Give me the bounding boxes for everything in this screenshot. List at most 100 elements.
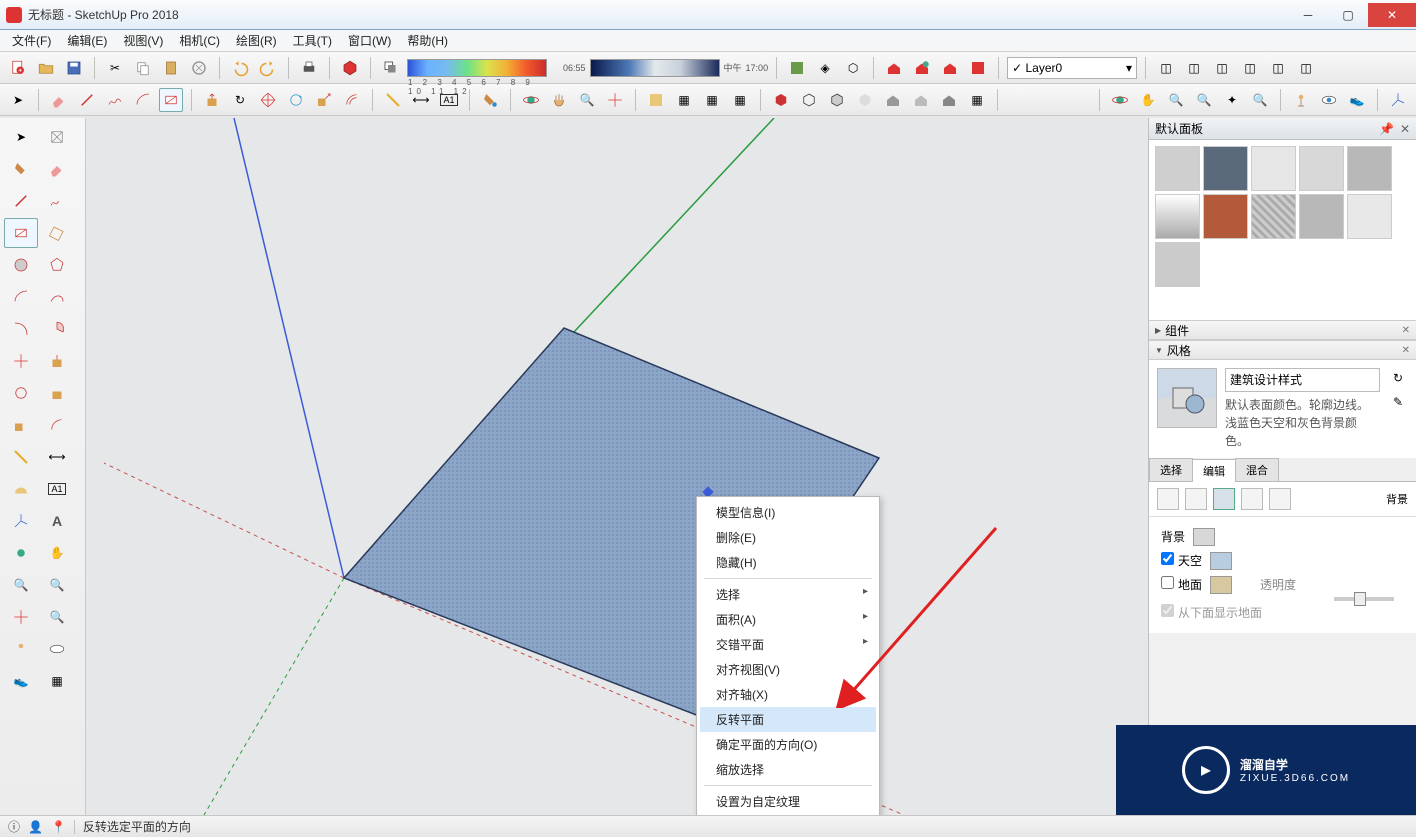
- ctx-align-view[interactable]: 对齐视图(V): [700, 657, 876, 682]
- menu-help[interactable]: 帮助(H): [399, 30, 456, 51]
- warehouse2-icon[interactable]: [910, 56, 934, 80]
- ctx-delete[interactable]: 删除(E): [700, 525, 876, 550]
- menu-edit[interactable]: 编辑(E): [59, 30, 115, 51]
- lt-line-icon[interactable]: [4, 186, 38, 216]
- lt-3dtext-icon[interactable]: A: [40, 506, 74, 536]
- lt-tape-icon[interactable]: [4, 442, 38, 472]
- ctx-orient-faces[interactable]: 确定平面的方向(O): [700, 732, 876, 757]
- status-geo-icon[interactable]: 📍: [51, 820, 66, 834]
- geo2-icon[interactable]: ◈: [813, 56, 837, 80]
- menu-view[interactable]: 视图(V): [115, 30, 171, 51]
- walk-icon[interactable]: 👟: [1345, 88, 1369, 112]
- lt-prev-icon[interactable]: 🔍: [40, 602, 74, 632]
- material-swatch[interactable]: [1347, 146, 1392, 191]
- ctx-area[interactable]: 面积(A): [700, 607, 876, 632]
- style4-icon[interactable]: [853, 88, 877, 112]
- minimize-button[interactable]: ─: [1288, 3, 1328, 27]
- scale-icon[interactable]: [312, 88, 336, 112]
- cut-icon[interactable]: ✂: [103, 56, 127, 80]
- paste-icon[interactable]: [159, 56, 183, 80]
- lt-eraser-icon[interactable]: [40, 154, 74, 184]
- close-panel-icon[interactable]: ✕: [1400, 122, 1410, 136]
- components-section[interactable]: 组件✕: [1149, 320, 1416, 340]
- line-icon[interactable]: [75, 88, 99, 112]
- section3-icon[interactable]: ▦: [700, 88, 724, 112]
- material-swatch[interactable]: [1299, 146, 1344, 191]
- style2-icon[interactable]: [797, 88, 821, 112]
- zoom-icon[interactable]: 🔍: [575, 88, 599, 112]
- lt-arc2-icon[interactable]: [40, 282, 74, 312]
- pushpull-icon[interactable]: [200, 88, 224, 112]
- lt-polygon-icon[interactable]: [40, 250, 74, 280]
- cam-prev-icon[interactable]: 🔍: [1248, 88, 1272, 112]
- material-swatch[interactable]: [1251, 194, 1296, 239]
- offset-icon[interactable]: [340, 88, 364, 112]
- look-icon[interactable]: [1317, 88, 1341, 112]
- lt-arc3-icon[interactable]: [4, 314, 38, 344]
- lt-pan-icon[interactable]: ✋: [40, 538, 74, 568]
- ext-icon[interactable]: [966, 56, 990, 80]
- section4-icon[interactable]: ▦: [728, 88, 752, 112]
- ctx-model-info[interactable]: 模型信息(I): [700, 500, 876, 525]
- modeling-settings-icon[interactable]: [1269, 488, 1291, 510]
- ctx-intersect[interactable]: 交错平面: [700, 632, 876, 657]
- ctx-zoom-selection[interactable]: 缩放选择: [700, 757, 876, 782]
- lt-rotrect-icon[interactable]: [40, 218, 74, 248]
- viewport[interactable]: 模型信息(I) 删除(E) 隐藏(H) 选择 面积(A) 交错平面 对齐视图(V…: [86, 118, 1148, 815]
- lt-scale-icon[interactable]: [4, 410, 38, 440]
- geo-icon[interactable]: [785, 56, 809, 80]
- style5-icon[interactable]: [881, 88, 905, 112]
- ground-checkbox[interactable]: 地面: [1161, 573, 1202, 597]
- lt-offset-icon[interactable]: [40, 410, 74, 440]
- section-icon[interactable]: [644, 88, 668, 112]
- lt-look-icon[interactable]: [40, 634, 74, 664]
- pan-icon[interactable]: [547, 88, 571, 112]
- lt-arc1-icon[interactable]: [4, 282, 38, 312]
- material-swatch[interactable]: [1203, 146, 1248, 191]
- print-icon[interactable]: [297, 56, 321, 80]
- status-info-icon[interactable]: ⓘ: [8, 818, 20, 835]
- style7-icon[interactable]: [937, 88, 961, 112]
- lt-freehand-icon[interactable]: [40, 186, 74, 216]
- zoom-extents-icon[interactable]: [603, 88, 627, 112]
- style3-icon[interactable]: [825, 88, 849, 112]
- menu-tools[interactable]: 工具(T): [285, 30, 340, 51]
- delete-icon[interactable]: [187, 56, 211, 80]
- default-panel-header[interactable]: 默认面板 📌✕: [1149, 118, 1416, 140]
- tab-mix[interactable]: 混合: [1235, 458, 1279, 481]
- warehouse1-icon[interactable]: [882, 56, 906, 80]
- cam-extents-icon[interactable]: ✦: [1220, 88, 1244, 112]
- pin-icon[interactable]: 📌: [1379, 122, 1394, 136]
- lt-section-icon[interactable]: ▦: [40, 666, 74, 696]
- bg-color-swatch[interactable]: [1193, 528, 1215, 546]
- bg-settings-icon[interactable]: [1213, 488, 1235, 510]
- lt-select-icon[interactable]: ➤: [4, 122, 38, 152]
- redo-icon[interactable]: [256, 56, 280, 80]
- tab-select[interactable]: 选择: [1149, 458, 1193, 481]
- style8-icon[interactable]: ▦: [965, 88, 989, 112]
- maximize-button[interactable]: ▢: [1328, 3, 1368, 27]
- warehouse3-icon[interactable]: [938, 56, 962, 80]
- cam-zoom-icon[interactable]: 🔍: [1164, 88, 1188, 112]
- style-thumbnail[interactable]: [1157, 368, 1217, 428]
- eraser-icon[interactable]: [47, 88, 71, 112]
- lt-circle-icon[interactable]: [4, 250, 38, 280]
- lt-rect-icon[interactable]: [4, 218, 38, 248]
- ctx-select[interactable]: 选择: [700, 582, 876, 607]
- lt-protractor-icon[interactable]: [4, 474, 38, 504]
- copy-icon[interactable]: [131, 56, 155, 80]
- save-file-icon[interactable]: [62, 56, 86, 80]
- geo3-icon[interactable]: ⬡: [841, 56, 865, 80]
- lt-pushpull-icon[interactable]: [40, 346, 74, 376]
- lt-move-icon[interactable]: [4, 346, 38, 376]
- sky-checkbox[interactable]: 天空: [1161, 549, 1202, 573]
- style1-icon[interactable]: [769, 88, 793, 112]
- undo-icon[interactable]: [228, 56, 252, 80]
- time-slider[interactable]: [590, 59, 720, 77]
- shadow-toggle-icon[interactable]: [379, 56, 403, 80]
- ctx-hide[interactable]: 隐藏(H): [700, 550, 876, 575]
- section2-icon[interactable]: ▦: [672, 88, 696, 112]
- lt-axes-icon[interactable]: [4, 506, 38, 536]
- lt-pie-icon[interactable]: [40, 314, 74, 344]
- proj5-icon[interactable]: ◫: [1266, 56, 1290, 80]
